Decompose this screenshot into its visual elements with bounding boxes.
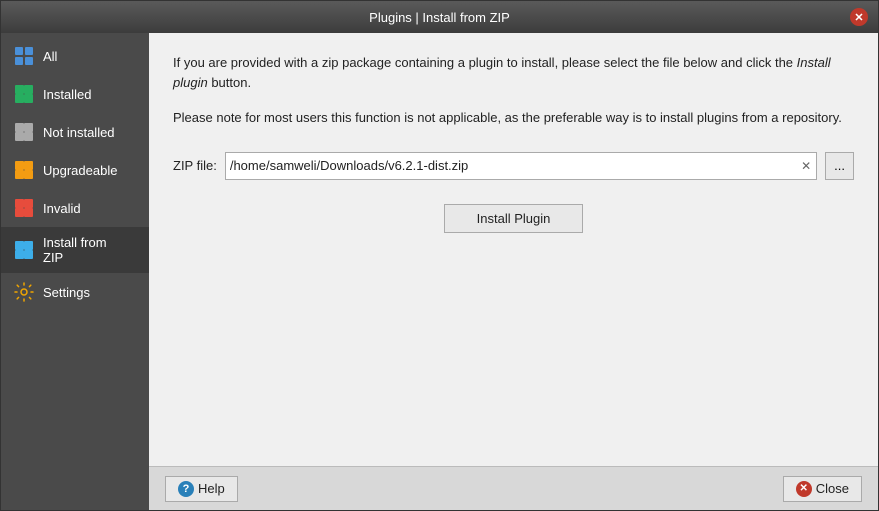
zip-browse-button[interactable]: ... xyxy=(825,152,854,180)
sidebar-item-invalid[interactable]: Invalid xyxy=(1,189,149,227)
main-content: If you are provided with a zip package c… xyxy=(149,33,878,510)
gear-settings-icon xyxy=(13,281,35,303)
close-icon: ✕ xyxy=(796,481,812,497)
sidebar-item-settings-label: Settings xyxy=(43,285,90,300)
sidebar-item-upgradeable-label: Upgradeable xyxy=(43,163,117,178)
window-title: Plugins | Install from ZIP xyxy=(29,10,850,25)
puzzle-install-zip-icon xyxy=(13,239,35,261)
sidebar-item-not-installed-label: Not installed xyxy=(43,125,115,140)
close-label: Close xyxy=(816,481,849,496)
zip-input-wrapper: ✕ xyxy=(225,152,817,180)
sidebar-item-installed-label: Installed xyxy=(43,87,91,102)
sidebar-item-installed[interactable]: Installed xyxy=(1,75,149,113)
sidebar-item-install-from-zip[interactable]: Install fromZIP xyxy=(1,227,149,273)
sidebar-item-upgradeable[interactable]: Upgradeable xyxy=(1,151,149,189)
bottom-bar: ? Help ✕ Close xyxy=(149,466,878,510)
content-area: If you are provided with a zip package c… xyxy=(149,33,878,466)
sidebar-item-install-zip-label: Install fromZIP xyxy=(43,235,107,265)
window-body: All Installed xyxy=(1,33,878,510)
puzzle-installed-icon xyxy=(13,83,35,105)
sidebar-item-not-installed[interactable]: Not installed xyxy=(1,113,149,151)
puzzle-not-installed-icon xyxy=(13,121,35,143)
italic-install-plugin: Install plugin xyxy=(173,55,831,90)
zip-file-input[interactable] xyxy=(226,156,796,175)
help-label: Help xyxy=(198,481,225,496)
note-text: Please note for most users this function… xyxy=(173,108,854,128)
sidebar-item-all[interactable]: All xyxy=(1,37,149,75)
sidebar-item-invalid-label: Invalid xyxy=(43,201,81,216)
install-plugin-button[interactable]: Install Plugin xyxy=(444,204,584,233)
install-button-row: Install Plugin xyxy=(173,204,854,233)
title-bar: Plugins | Install from ZIP ✕ xyxy=(1,1,878,33)
sidebar-item-settings[interactable]: Settings xyxy=(1,273,149,311)
zip-file-row: ZIP file: ✕ ... xyxy=(173,152,854,180)
help-icon: ? xyxy=(178,481,194,497)
help-button[interactable]: ? Help xyxy=(165,476,238,502)
puzzle-invalid-icon xyxy=(13,197,35,219)
main-window: Plugins | Install from ZIP ✕ All xyxy=(0,0,879,511)
puzzle-upgradeable-icon xyxy=(13,159,35,181)
info-text: If you are provided with a zip package c… xyxy=(173,53,854,92)
close-button[interactable]: ✕ Close xyxy=(783,476,862,502)
sidebar-item-all-label: All xyxy=(43,49,57,64)
zip-label: ZIP file: xyxy=(173,158,217,173)
window-close-button[interactable]: ✕ xyxy=(850,8,868,26)
puzzle-all-icon xyxy=(13,45,35,67)
zip-clear-button[interactable]: ✕ xyxy=(796,156,816,176)
sidebar: All Installed xyxy=(1,33,149,510)
